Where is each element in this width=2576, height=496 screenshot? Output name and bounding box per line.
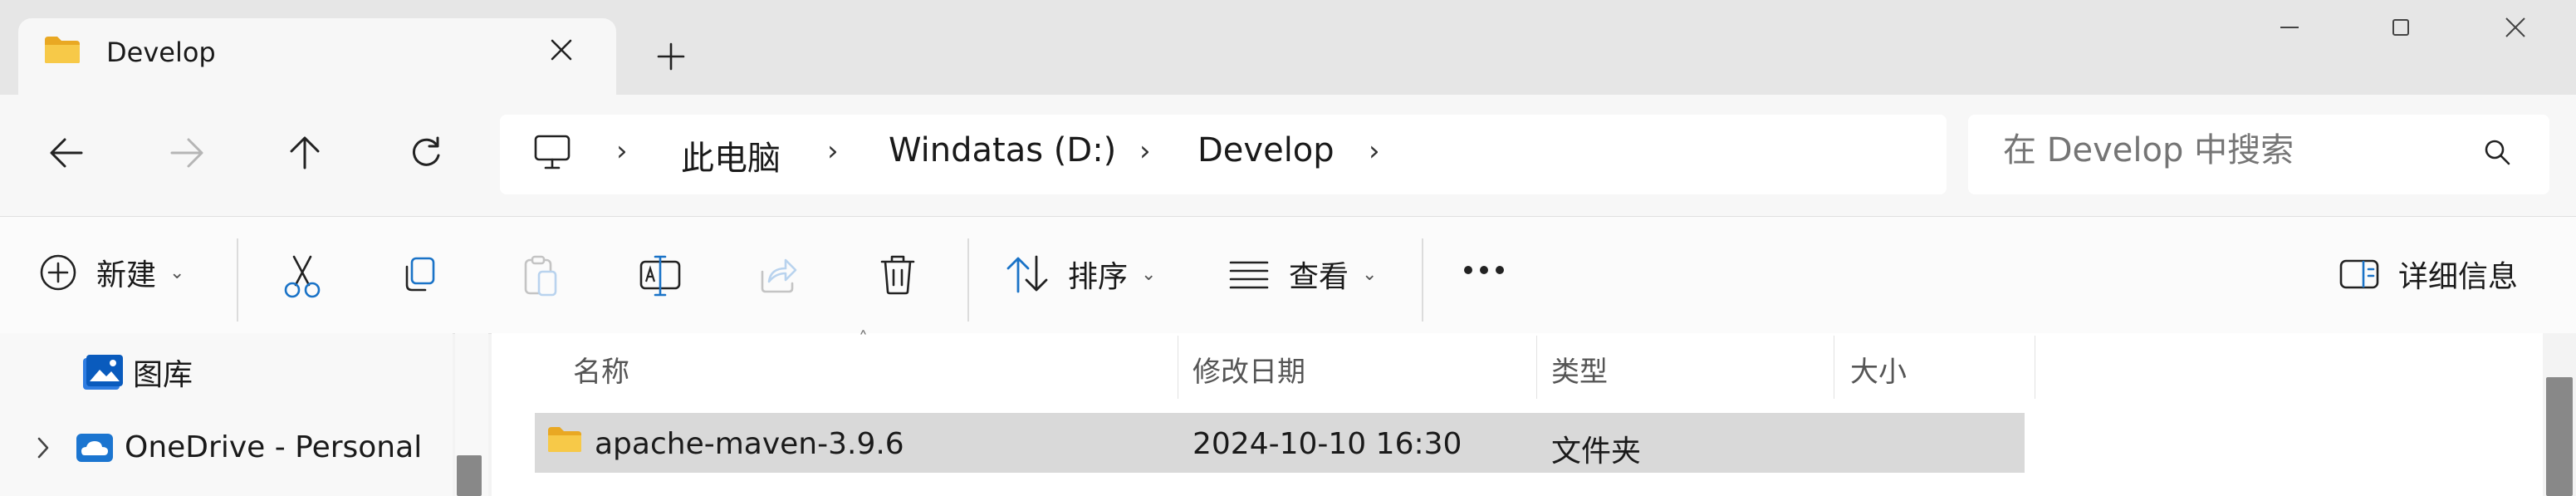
delete-icon	[879, 253, 917, 297]
cut-icon	[282, 253, 322, 300]
file-type: 文件夹	[1551, 435, 1642, 469]
search-icon[interactable]	[2483, 138, 2511, 166]
folder-icon	[43, 35, 81, 65]
maximize-icon[interactable]	[2392, 18, 2410, 37]
sort-label: 排序	[1068, 260, 1129, 294]
nav-item-onedrive[interactable]: OneDrive - Personal	[35, 430, 422, 464]
toolbar-divider	[1422, 238, 1423, 322]
details-label: 详细信息	[2398, 260, 2519, 294]
paste-icon	[519, 253, 561, 298]
rename-button[interactable]	[638, 253, 683, 298]
dropdown-chevron-icon: ⌄	[169, 262, 185, 283]
computer-icon[interactable]	[533, 133, 571, 171]
toolbar-divider	[967, 238, 969, 322]
new-button[interactable]: 新建 ⌄	[38, 251, 184, 294]
column-header-type[interactable]: 类型	[1551, 349, 1608, 390]
navigation-pane	[0, 333, 453, 496]
rename-icon	[638, 253, 683, 298]
delete-button[interactable]	[879, 253, 917, 297]
paste-button[interactable]	[519, 253, 561, 298]
nav-item-label: OneDrive - Personal	[125, 430, 423, 464]
expand-chevron-icon[interactable]	[35, 435, 51, 460]
breadcrumb-chevron-icon[interactable]: ›	[1369, 135, 1380, 168]
search-input[interactable]	[2003, 131, 2468, 169]
tab-close-icon[interactable]	[550, 38, 573, 61]
details-pane-icon	[2338, 258, 2380, 291]
breadcrumb-chevron-icon[interactable]: ›	[827, 135, 839, 168]
toolbar-divider	[237, 238, 238, 322]
sort-ascending-icon: ˄	[859, 329, 868, 350]
sort-button[interactable]: 排序 ⌄	[1005, 253, 1156, 296]
view-icon	[1227, 256, 1271, 292]
column-header-size[interactable]: 大小	[1850, 349, 1907, 390]
copy-button[interactable]	[399, 253, 440, 295]
dropdown-chevron-icon: ⌄	[1141, 263, 1157, 285]
navigation-scrollbar-thumb[interactable]	[457, 455, 482, 496]
gallery-icon	[81, 353, 125, 391]
forward-arrow-icon[interactable]	[158, 124, 216, 182]
refresh-icon[interactable]	[397, 124, 455, 182]
cut-button[interactable]	[282, 253, 322, 300]
breadcrumb-chevron-icon[interactable]: ›	[1139, 135, 1151, 168]
close-icon[interactable]	[2505, 17, 2526, 38]
view-button[interactable]: 查看 ⌄	[1227, 253, 1377, 296]
breadcrumb-develop[interactable]: Develop	[1197, 131, 1335, 169]
column-header-date-modified[interactable]: 修改日期	[1193, 349, 1305, 390]
file-date-modified: 2024-10-10 16:30	[1193, 427, 1462, 461]
share-icon	[757, 253, 799, 295]
up-arrow-icon[interactable]	[276, 124, 334, 182]
new-tab-icon[interactable]	[656, 42, 686, 71]
nav-item-label: 图库	[133, 358, 193, 392]
dropdown-chevron-icon: ⌄	[1362, 263, 1378, 285]
file-list-scrollbar-thumb[interactable]	[2546, 377, 2573, 496]
file-name[interactable]: apache-maven-3.9.6	[595, 427, 904, 461]
share-button[interactable]	[757, 253, 799, 295]
tab-title: Develop	[106, 37, 216, 68]
view-label: 查看	[1289, 260, 1349, 294]
minimize-icon[interactable]	[2279, 17, 2300, 38]
nav-item-gallery[interactable]: 图库	[81, 351, 193, 394]
new-icon	[38, 253, 78, 292]
sort-icon	[1005, 253, 1050, 295]
breadcrumb-this-pc[interactable]: 此电脑	[681, 131, 781, 179]
column-divider[interactable]	[1536, 336, 1537, 399]
back-arrow-icon[interactable]	[37, 124, 95, 182]
column-header-name[interactable]: 名称	[573, 349, 629, 390]
copy-icon	[399, 253, 440, 295]
details-pane-button[interactable]: 详细信息	[2338, 253, 2518, 296]
folder-icon	[546, 425, 583, 454]
onedrive-cloud-icon	[75, 432, 115, 464]
breadcrumb-drive-d[interactable]: Windatas (D:)	[889, 131, 1116, 169]
more-options-icon[interactable]	[1463, 264, 1505, 276]
breadcrumb-chevron-icon[interactable]: ›	[616, 135, 628, 168]
new-label: 新建	[96, 258, 157, 292]
